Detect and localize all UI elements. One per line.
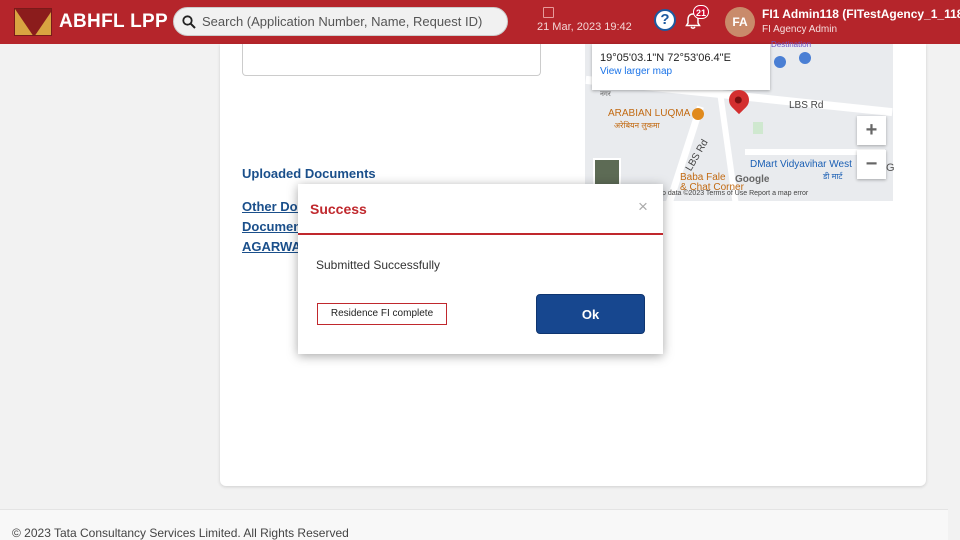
ok-button[interactable]: Ok [536,294,645,334]
user-role: FI Agency Admin [762,24,838,35]
dialog-title: Success [310,201,367,217]
dialog-divider [298,233,663,235]
app-name[interactable]: ABHFL LPP [59,11,168,33]
search-input[interactable] [202,14,492,29]
brand-logo-icon[interactable] [14,8,52,36]
current-datetime: 21 Mar, 2023 19:42 [537,21,632,33]
calendar-icon [543,7,554,18]
success-dialog: Success × Submitted Successfully Residen… [298,184,663,354]
help-icon[interactable]: ? [654,9,676,31]
notification-badge[interactable]: 21 [693,5,710,19]
user-name[interactable]: FI1 Admin118 (FITestAgency_1_118_Use [762,7,960,21]
search-icon [182,14,196,29]
top-header: ABHFL LPP 21 Mar, 2023 19:42 ? 21 FA FI1… [0,0,960,44]
close-icon[interactable]: × [638,198,648,215]
status-badge: Residence FI complete [317,303,447,325]
page-footer: © 2023 Tata Consultancy Services Limited… [0,509,948,540]
avatar[interactable]: FA [725,7,755,37]
search-box[interactable] [173,7,508,36]
dialog-message: Submitted Successfully [316,258,441,272]
copyright-text: © 2023 Tata Consultancy Services Limited… [12,526,349,540]
